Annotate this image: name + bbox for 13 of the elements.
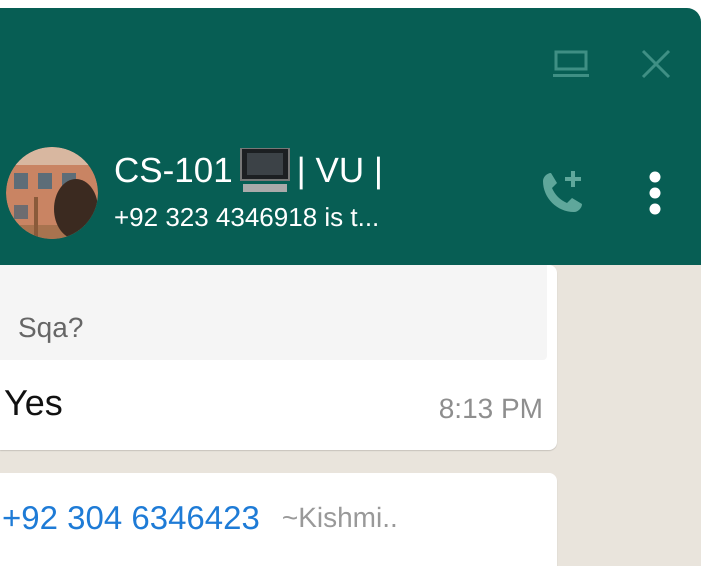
- group-title: CS-101: [114, 152, 233, 190]
- message-time: 8:13 PM: [438, 392, 543, 426]
- close-icon[interactable]: [641, 49, 671, 79]
- message-text: Yes: [4, 381, 63, 425]
- computer-icon: [238, 148, 291, 194]
- group-title: | VU |: [296, 152, 383, 190]
- group-members-subtitle: +92 323 4346918 is t...: [114, 201, 380, 234]
- sender-phone[interactable]: +92 304 6346423: [2, 493, 260, 542]
- quoted-text: Sqa?: [18, 311, 84, 345]
- menu-icon[interactable]: [649, 170, 661, 214]
- minimize-icon[interactable]: [553, 50, 589, 78]
- quoted-message[interactable]: Sqa?: [0, 265, 547, 360]
- sender-name: ~Kishmi..: [282, 500, 398, 535]
